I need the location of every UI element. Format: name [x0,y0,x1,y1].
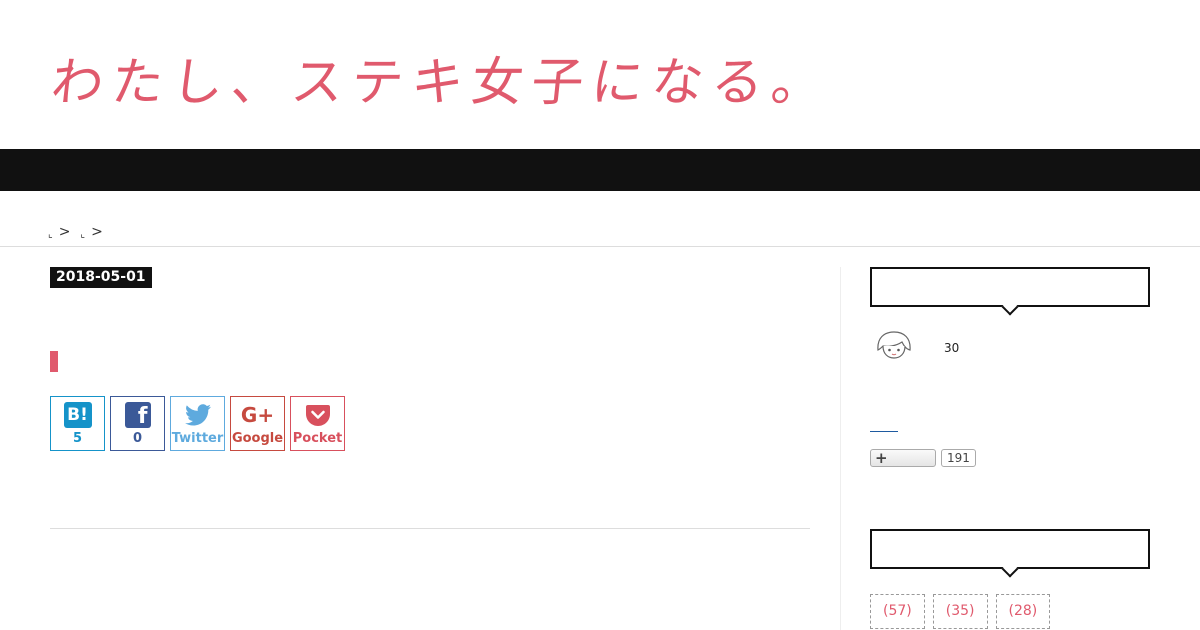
hatena-icon: B! [63,402,92,428]
profile-age: 30 [944,341,960,355]
pocket-label: Pocket [292,431,343,446]
google-label: Google [231,431,284,446]
follower-count: 191 [941,449,976,467]
breadcrumb-divider [0,246,1200,247]
pocket-icon [305,405,330,426]
site-title[interactable]: わたし、ステキ女子になる。 [48,40,836,115]
facebook-count: 0 [132,431,143,446]
google-plus-icon: G+ [240,403,275,427]
twitter-share-button[interactable]: Twitter [170,396,225,451]
category-list: (57) (35) (28) [870,594,1051,629]
breadcrumb-separator: > [58,224,71,240]
post-date: 2018-05-01 [50,267,152,288]
google-plus-share-button[interactable]: G+ Google [230,396,285,451]
facebook-icon: f [124,402,151,429]
category-widget-title [870,529,1150,569]
pocket-save-button[interactable]: Pocket [290,396,345,451]
twitter-label: Twitter [171,431,224,446]
breadcrumb-home-link[interactable]: ⌞ [48,229,53,240]
plus-icon: + [875,449,888,467]
twitter-bird-icon [184,404,211,426]
category-tag[interactable]: (35) [932,594,988,629]
hatena-bookmark-button[interactable]: B! 5 [50,396,105,451]
breadcrumb: ⌞ > ⌞ > [48,224,113,240]
share-buttons: B! 5 f 0 Twitter G+ Google Pocket [50,396,345,451]
breadcrumb-separator: > [91,224,103,240]
content-divider [50,528,810,529]
profile-widget-title [870,267,1150,307]
avatar-icon [877,331,911,359]
breadcrumb-category-link[interactable]: ⌞ [80,229,85,240]
heading-marker [50,351,58,372]
global-nav-bar [0,149,1200,191]
hatena-count: 5 [72,431,83,446]
category-tag[interactable]: (28) [995,594,1051,629]
sidebar-divider [840,267,841,630]
profile-link[interactable] [870,431,898,432]
facebook-share-button[interactable]: f 0 [110,396,165,451]
follow-button[interactable]: + [870,449,936,467]
category-tag[interactable]: (57) [870,594,925,629]
